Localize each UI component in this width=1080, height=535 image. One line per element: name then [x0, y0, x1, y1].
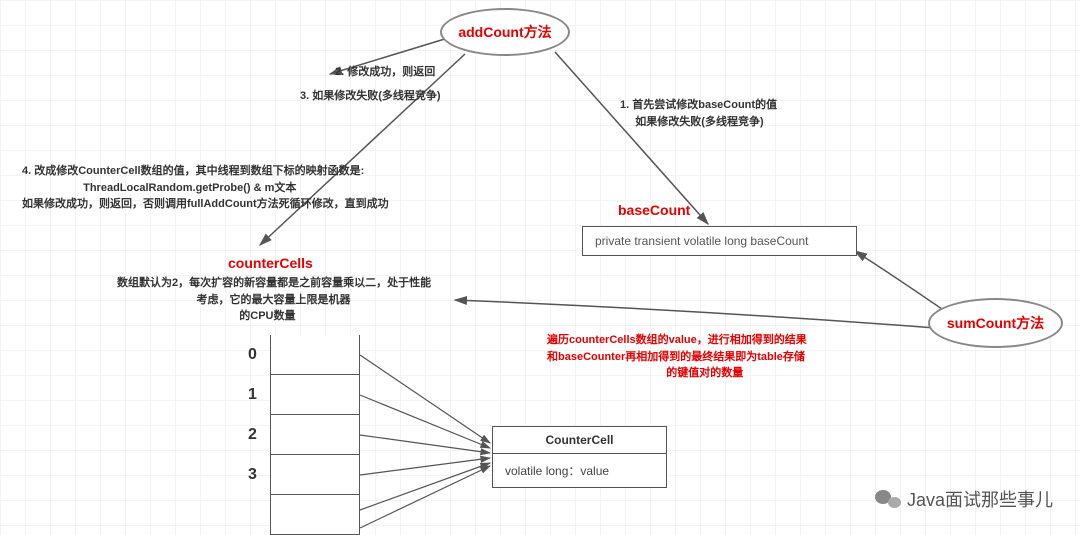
array-cell: [270, 375, 360, 415]
array-cell: [270, 335, 360, 375]
classbox-field: volatile long：value: [493, 454, 666, 487]
heading-basecount: baseCount: [618, 202, 690, 218]
label-step4: 4. 改成修改CounterCell数组的值，其中线程到数组下标的映射函数是: …: [22, 163, 389, 213]
array-cell: [270, 415, 360, 455]
array-index-0: 0: [235, 346, 270, 364]
box-basecount: private transient volatile long baseCoun…: [582, 226, 857, 256]
classbox-title: CounterCell: [493, 427, 666, 454]
label-step1: 1. 首先尝试修改baseCount的值 如果修改失败(多线程竞争): [620, 97, 777, 130]
array-cell: [270, 455, 360, 495]
array-index-3: 3: [235, 466, 270, 484]
classbox-countercell: CounterCell volatile long：value: [492, 426, 667, 488]
ellipse-sumcount: sumCount方法: [928, 298, 1063, 348]
array-index-1: 1: [235, 386, 270, 404]
array-index-2: 2: [235, 426, 270, 444]
array-cell: [270, 495, 360, 535]
ellipse-addcount: addCount方法: [440, 8, 570, 56]
countercells-array: 0 1 2 3: [235, 335, 360, 535]
label-countercells-desc: 数组默认为2，每次扩容的新容量都是之前容量乘以二，处于性能 考虑，它的最大容量上…: [117, 275, 431, 325]
label-step2: 2. 修改成功，则返回: [335, 64, 435, 81]
label-sum-desc: 遍历counterCells数组的value，进行相加得到的结果 和baseCo…: [547, 332, 807, 382]
watermark-text: Java面试那些事儿: [907, 486, 1053, 512]
watermark: Java面试那些事儿: [875, 486, 1053, 512]
heading-countercells: counterCells: [228, 255, 313, 271]
label-step3: 3. 如果修改失败(多线程竞争): [300, 88, 441, 105]
ellipse-sumcount-label: sumCount方法: [947, 313, 1044, 333]
wechat-icon: [875, 488, 901, 510]
ellipse-addcount-label: addCount方法: [458, 22, 551, 42]
box-basecount-text: private transient volatile long baseCoun…: [595, 234, 808, 248]
